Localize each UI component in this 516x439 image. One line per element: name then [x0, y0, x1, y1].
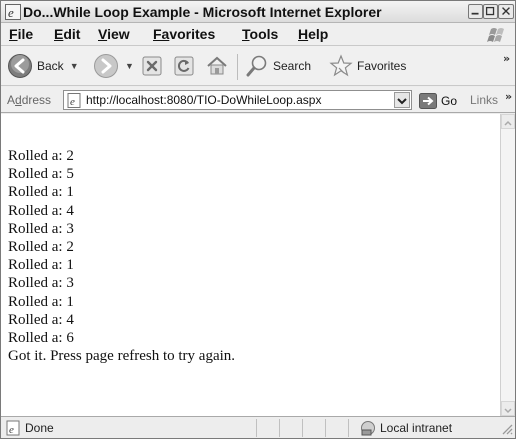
maximize-icon [485, 6, 495, 16]
address-bar: Address e http://localhost:8080/TIO-DoWh… [1, 87, 515, 113]
address-label: Address [7, 93, 52, 107]
svg-text:e: e [9, 424, 14, 436]
search-button[interactable]: Search [245, 50, 311, 82]
output-line: Got it. Press page refresh to try again. [8, 348, 236, 365]
maximize-button[interactable] [483, 4, 498, 19]
output-line: Rolled a: 1 [8, 257, 74, 274]
status-text: Done [25, 421, 54, 435]
menu-edit[interactable]: Edit [54, 26, 80, 42]
output-lines: Rolled a: 2 Rolled a: 5 Rolled a: 1 Rolled … [8, 147, 235, 365]
stop-button[interactable] [141, 50, 163, 82]
back-arrow-icon [8, 54, 32, 78]
forward-dropdown-icon[interactable]: ▼ [125, 61, 134, 71]
toolbar: Back ▼ ▼ Search Favorites » [1, 46, 515, 86]
go-button[interactable]: Go [419, 91, 457, 111]
window-title: Do...While Loop Example - Microsoft Inte… [23, 4, 382, 20]
security-zone: Local intranet [380, 421, 453, 435]
output-line: Rolled a: 6 [8, 330, 74, 347]
forward-arrow-icon [94, 54, 118, 78]
output-line: Rolled a: 3 [8, 275, 74, 292]
refresh-button[interactable] [173, 50, 195, 82]
status-separator [325, 419, 326, 437]
back-button[interactable]: Back ▼ [7, 50, 79, 82]
chevron-down-icon [397, 98, 407, 105]
links-chevron[interactable]: » [505, 90, 512, 103]
status-bar: e Done Local intranet [1, 416, 515, 438]
output-line: Rolled a: 2 [8, 239, 74, 256]
output-line: Rolled a: 4 [8, 202, 74, 219]
status-separator [256, 419, 257, 437]
output-line: Rolled a: 5 [8, 166, 74, 183]
refresh-icon [174, 56, 194, 76]
links-label[interactable]: Links [470, 93, 498, 107]
vertical-scrollbar[interactable] [501, 114, 515, 416]
minimize-icon [471, 12, 479, 15]
output-line: Rolled a: 1 [8, 184, 74, 201]
address-input[interactable]: e http://localhost:8080/TIO-DoWhileLoop.… [63, 90, 412, 110]
favorites-star-icon [329, 54, 353, 77]
browser-window: e Do...While Loop Example - Microsoft In… [0, 0, 516, 439]
ie-logo-icon: e [5, 4, 21, 20]
home-icon [207, 56, 227, 75]
output-line: Rolled a: 4 [8, 311, 74, 328]
menu-favorites[interactable]: Favorites [153, 26, 215, 42]
minimize-button[interactable] [468, 4, 483, 19]
back-dropdown-icon[interactable]: ▼ [70, 61, 79, 71]
menu-view[interactable]: View [98, 26, 130, 42]
menu-help[interactable]: Help [298, 26, 328, 42]
favorites-button[interactable]: Favorites [329, 50, 406, 82]
menu-file[interactable]: File [9, 26, 33, 42]
title-bar[interactable]: e Do...While Loop Example - Microsoft In… [1, 1, 515, 23]
windows-flag-icon [487, 28, 504, 42]
forward-button[interactable]: ▼ [93, 50, 134, 82]
address-dropdown-button[interactable] [394, 92, 410, 108]
home-button[interactable] [205, 50, 229, 82]
scroll-up-icon [504, 120, 512, 126]
resize-grip-icon[interactable] [501, 423, 513, 436]
toolbar-chevron[interactable]: » [503, 52, 510, 65]
close-icon [502, 7, 510, 16]
status-separator [302, 419, 303, 437]
close-button[interactable] [498, 4, 514, 19]
page-done-icon: e [6, 420, 20, 436]
svg-text:e: e [70, 96, 75, 108]
toolbar-separator [237, 54, 238, 80]
output-line: Rolled a: 1 [8, 293, 74, 310]
status-separator [348, 419, 349, 437]
menu-bar: File Edit View Favorites Tools Help [1, 23, 515, 46]
local-intranet-icon [361, 421, 375, 436]
status-separator [279, 419, 280, 437]
stop-icon [142, 56, 162, 76]
menu-tools[interactable]: Tools [242, 26, 278, 42]
page-content: Rolled a: 2 Rolled a: 5 Rolled a: 1 Rolled … [1, 114, 501, 416]
go-arrow-icon [419, 93, 437, 109]
page-ie-icon: e [67, 93, 81, 108]
scroll-up-button[interactable] [501, 114, 515, 129]
output-line: Rolled a: 3 [8, 220, 74, 237]
address-url: http://localhost:8080/TIO-DoWhileLoop.as… [86, 93, 322, 107]
scroll-down-button[interactable] [501, 401, 515, 416]
output-line: Rolled a: 2 [8, 148, 74, 164]
search-icon [246, 55, 267, 77]
svg-text:e: e [8, 5, 14, 20]
